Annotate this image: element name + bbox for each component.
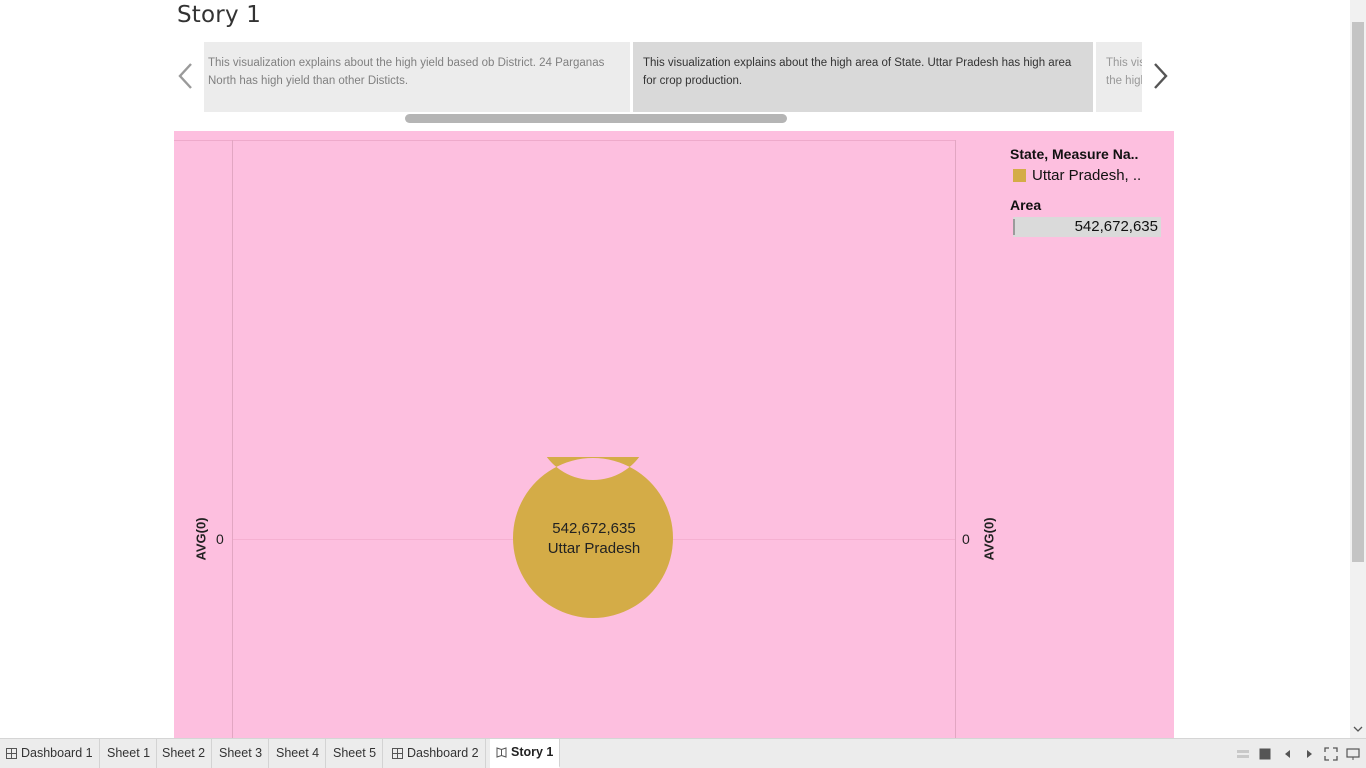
donut-label: 542,672,635 Uttar Pradesh [514,519,674,559]
tab-dashboard-1[interactable]: Dashboard 1 [0,739,100,768]
sheet-tab-bar: Dashboard 1 Sheet 1 Sheet 2 Sheet 3 Shee… [0,738,1366,768]
story-icon [496,747,507,758]
left-axis-line [232,140,233,738]
tab-dashboard-2[interactable]: Dashboard 2 [386,739,486,768]
tab-sheet-3[interactable]: Sheet 3 [213,739,270,768]
scroll-down-icon[interactable] [1353,724,1363,734]
donut-category-label: Uttar Pradesh [547,540,641,557]
tab-sheet-5[interactable]: Sheet 5 [327,739,384,768]
area-size-legend: 542,672,635 [1013,217,1161,237]
vertical-scrollbar[interactable] [1350,0,1366,740]
navigator-scrollbar[interactable] [405,114,787,123]
area-legend-title: Area [1010,197,1042,213]
area-legend-tick [1013,219,1015,235]
chevron-left-icon [178,63,192,89]
tab-sheet-4[interactable]: Sheet 4 [270,739,327,768]
story-next-arrow[interactable] [1150,60,1170,92]
right-axis-title: AVG(0) [981,517,997,561]
story-point-3[interactable]: This visualization explains about the hi… [1096,42,1142,112]
visualization-area: AVG(0) AVG(0) 0 0 542,672,635 Uttar Prad… [174,131,1174,738]
filmstrip-icon[interactable] [1258,747,1272,761]
story-point-2-selected[interactable]: This visualization explains about the hi… [633,42,1093,112]
legend-title: State, Measure Na.. [1010,146,1139,162]
prev-sheet-icon[interactable] [1281,747,1295,761]
dashboard-icon [392,748,403,759]
story-point-1[interactable]: This visualization explains about the hi… [204,42,630,112]
left-axis-title: AVG(0) [193,517,209,561]
story-prev-arrow[interactable] [176,60,196,92]
fullscreen-icon[interactable] [1324,747,1338,761]
top-border [174,140,955,141]
right-axis-tick: 0 [962,531,970,547]
legend-swatch[interactable] [1013,169,1026,182]
presentation-icon[interactable] [1346,747,1360,761]
tab-sheet-1[interactable]: Sheet 1 [101,739,158,768]
left-axis-tick: 0 [216,531,224,547]
donut-value-label: 542,672,635 [552,520,636,537]
chevron-right-icon [1154,63,1168,89]
area-legend-value: 542,672,635 [1074,218,1158,235]
dashboard-icon [6,748,17,759]
story-title: Story 1 [177,2,262,28]
sheet-sorter-icon[interactable] [1236,747,1250,761]
story-navigator: This visualization explains about the hi… [204,42,1142,112]
scrollbar-thumb[interactable] [1352,22,1364,562]
next-sheet-icon[interactable] [1302,747,1316,761]
tab-sheet-2[interactable]: Sheet 2 [156,739,213,768]
right-axis-line [955,140,956,738]
tab-story-1[interactable]: Story 1 [490,739,561,768]
legend-item-label[interactable]: Uttar Pradesh, .. [1032,167,1141,184]
